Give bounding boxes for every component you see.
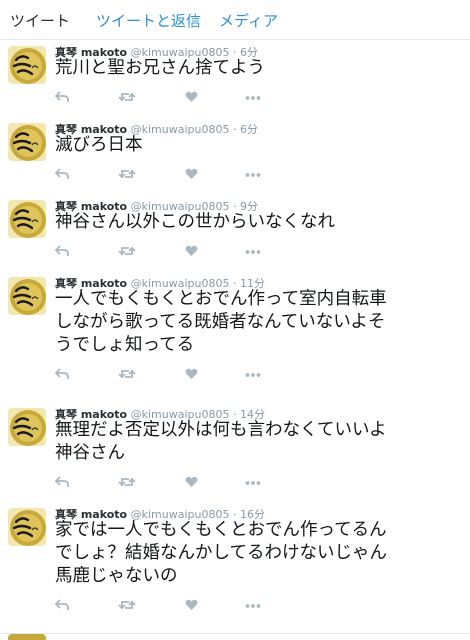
reply-icon[interactable] (55, 168, 69, 180)
more-icon[interactable] (245, 372, 261, 378)
more-icon[interactable] (245, 603, 261, 609)
tweet[interactable]: 真琴 makoto @kimuwaipu0805 · 6分 荒川と聖お兄さん捨てよ… (0, 40, 470, 118)
like-icon[interactable] (185, 245, 198, 257)
tweet-text-line: 家では一人でもくもくとおでん作ってるん (55, 520, 387, 540)
tab-tweets[interactable]: ツイート (10, 10, 70, 31)
tab-media[interactable]: メディア (219, 10, 278, 31)
avatar[interactable] (8, 46, 46, 84)
tweet-actions (55, 245, 285, 259)
tweet-actions (55, 168, 285, 182)
tweet[interactable]: 真琴 makoto @kimuwaipu0805 · 11分 一人でもくもくとおで… (0, 271, 470, 403)
tweet-text-line: 荒川と聖お兄さん捨てよう (55, 58, 265, 78)
tweet-text-line: 馬鹿じゃないの (55, 566, 178, 586)
avatar[interactable] (8, 508, 46, 546)
avatar[interactable] (8, 277, 46, 315)
tweet-actions (55, 91, 285, 105)
avatar[interactable] (8, 123, 46, 161)
tweet[interactable]: 真琴 makoto @kimuwaipu0805 · 6分 滅びろ日本 (0, 117, 470, 195)
tweet-text-line: でしょ？結婚なんかしてるわけないじゃん (55, 543, 387, 563)
next-tweet-avatar-peek (8, 634, 46, 640)
tweet-actions (55, 599, 285, 613)
tweet[interactable]: 真琴 makoto @kimuwaipu0805 · 16分 家では一人でもくもく… (0, 502, 470, 634)
retweet-icon[interactable] (118, 245, 136, 257)
tweet-text-line: しながら歌ってる既婚者なんていないよそ (55, 312, 386, 332)
tweet-text-line: 無理だよ否定以外は何も言わなくていいよ (55, 420, 387, 440)
reply-icon[interactable] (55, 476, 69, 488)
tweet-text-line: 一人でもくもくとおでん作って室内自転車 (55, 289, 387, 309)
more-icon[interactable] (245, 95, 261, 101)
like-icon[interactable] (185, 168, 198, 180)
retweet-icon[interactable] (118, 368, 136, 380)
tweet[interactable]: 真琴 makoto @kimuwaipu0805 · 9分 神谷さん以外この世から… (0, 194, 470, 272)
avatar[interactable] (8, 408, 46, 446)
tweet-text: 滅びろ日本 (55, 134, 455, 157)
tweet-text-line: うでしょ知ってる (55, 335, 195, 355)
tweet-text-line: 神谷さん (55, 443, 125, 463)
reply-icon[interactable] (55, 368, 69, 380)
more-icon[interactable] (245, 480, 261, 486)
tweet-text-line: 滅びろ日本 (55, 135, 143, 155)
retweet-icon[interactable] (118, 168, 136, 180)
like-icon[interactable] (185, 476, 198, 488)
more-icon[interactable] (245, 172, 261, 178)
tweet[interactable]: 真琴 makoto @kimuwaipu0805 · 14分 無理だよ否定以外は何… (0, 402, 470, 503)
tweet-actions (55, 368, 285, 382)
reply-icon[interactable] (55, 245, 69, 257)
like-icon[interactable] (185, 368, 198, 380)
retweet-icon[interactable] (118, 476, 136, 488)
reply-icon[interactable] (55, 599, 69, 611)
tweet-text: 神谷さん以外この世からいなくなれ (55, 211, 455, 234)
retweet-icon[interactable] (118, 599, 136, 611)
tweet-text: 荒川と聖お兄さん捨てよう (55, 57, 455, 80)
tweet-text-line: 神谷さん以外この世からいなくなれ (55, 212, 335, 232)
retweet-icon[interactable] (118, 91, 136, 103)
avatar[interactable] (8, 200, 46, 238)
tweet-text: 無理だよ否定以外は何も言わなくていいよ 神谷さん (55, 419, 455, 465)
tweet-text: 家では一人でもくもくとおでん作ってるん でしょ？結婚なんかしてるわけないじゃん 馬鹿… (55, 519, 455, 588)
tweet-text: 一人でもくもくとおでん作って室内自転車 しながら歌ってる既婚者なんていないよそ うで… (55, 288, 455, 357)
tweet-actions (55, 476, 285, 490)
tab-tweets-and-replies[interactable]: ツイートと返信 (96, 10, 201, 31)
profile-tabs: ツイート ツイートと返信 メディア (0, 0, 470, 40)
reply-icon[interactable] (55, 91, 69, 103)
more-icon[interactable] (245, 249, 261, 255)
like-icon[interactable] (185, 91, 198, 103)
like-icon[interactable] (185, 599, 198, 611)
